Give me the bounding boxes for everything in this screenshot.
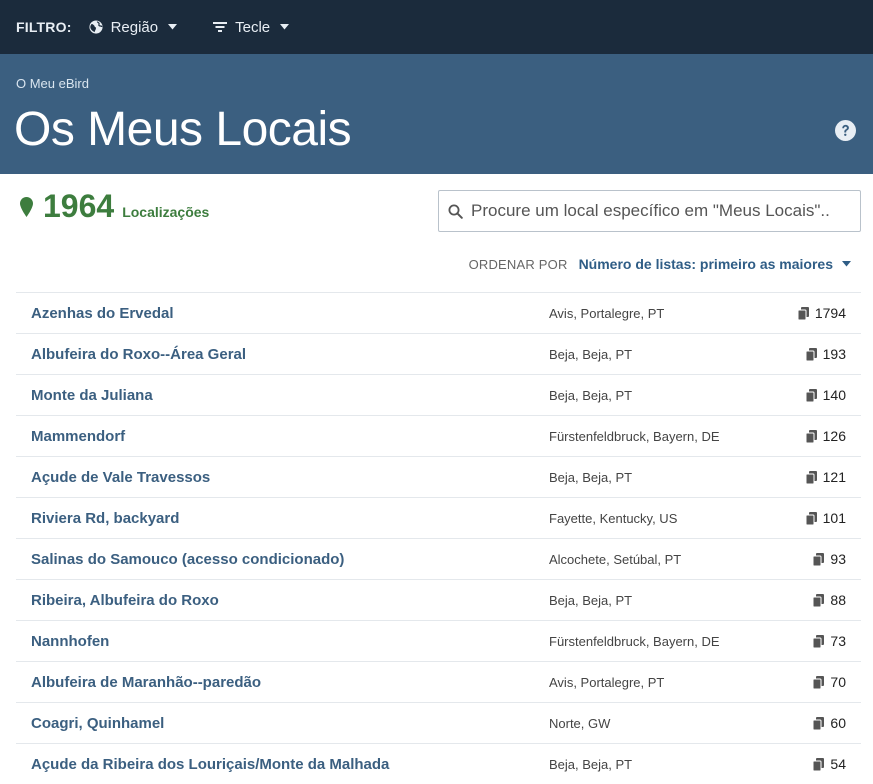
checklist-count: 193 [805,346,846,362]
checklist-count: 73 [813,633,846,649]
location-region: Beja, Beja, PT [549,469,633,485]
location-name-link[interactable]: Açude de Vale Travessos [31,469,210,486]
list-item: Nannhofen Fürstenfeldbruck, Bayern, DE 7… [16,620,861,661]
sort-label: ORDENAR POR [468,256,568,272]
locations-count: 1964 Localizações [20,190,209,222]
key-filter-label: Tecle [235,18,271,36]
search-input[interactable] [471,201,856,221]
key-filter-button[interactable]: Tecle [213,18,290,36]
checklists-icon [813,634,825,648]
checklists-icon [813,552,825,566]
locations-list: Azenhas do Ervedal Avis, Portalegre, PT … [16,292,861,784]
checklist-count: 1794 [797,305,846,321]
checklists-icon [805,511,817,525]
location-region: Fürstenfeldbruck, Bayern, DE [549,633,720,649]
checklist-count-value: 60 [830,715,846,731]
checklists-icon [813,716,825,730]
list-item: Coagri, Quinhamel Norte, GW 60 [16,702,861,743]
list-item: Ribeira, Albufeira do Roxo Beja, Beja, P… [16,579,861,620]
checklist-count-value: 140 [822,387,846,403]
region-filter-button[interactable]: Região [89,19,178,36]
filter-icon [213,22,228,32]
checklists-icon [805,388,817,402]
list-item: Salinas do Samouco (acesso condicionado)… [16,538,861,579]
location-region: Beja, Beja, PT [549,387,633,403]
region-filter-label: Região [110,18,159,36]
locations-count-number: 1964 [43,188,115,224]
location-region: Norte, GW [549,715,611,731]
list-item: Riviera Rd, backyard Fayette, Kentucky, … [16,497,861,538]
filter-bar: FILTRO: Região Tecle [0,0,873,54]
checklist-count: 60 [813,715,846,731]
location-region: Avis, Portalegre, PT [549,674,665,690]
list-item: Albufeira do Roxo--Área Geral Beja, Beja… [16,333,861,374]
location-name-link[interactable]: Salinas do Samouco (acesso condicionado) [31,551,344,568]
checklist-count-value: 101 [822,510,846,526]
location-name-link[interactable]: Mammendorf [31,428,125,445]
list-item: Mammendorf Fürstenfeldbruck, Bayern, DE … [16,415,861,456]
sort-control: ORDENAR POR Número de listas: primeiro a… [469,256,851,272]
checklists-icon [813,757,825,771]
location-region: Fayette, Kentucky, US [549,510,678,526]
page-header: O Meu eBird Os Meus Locais [0,54,873,174]
checklists-icon [805,347,817,361]
location-region: Fürstenfeldbruck, Bayern, DE [549,428,720,444]
location-name-link[interactable]: Albufeira de Maranhão--paredão [31,674,261,691]
filter-label: FILTRO: [16,19,72,35]
chevron-down-icon [168,24,178,30]
checklist-count-value: 70 [830,674,846,690]
checklist-count-value: 193 [822,346,846,362]
checklist-count: 140 [805,387,846,403]
checklist-count: 126 [805,428,846,444]
chevron-down-icon [280,24,290,30]
checklist-count-value: 88 [830,592,846,608]
checklist-count-value: 1794 [814,305,846,321]
list-item: Azenhas do Ervedal Avis, Portalegre, PT … [16,292,861,333]
location-search[interactable] [438,190,861,232]
location-region: Beja, Beja, PT [549,346,633,362]
location-name-link[interactable]: Nannhofen [31,633,109,650]
checklist-count: 88 [813,592,846,608]
location-pin-icon [20,197,33,217]
globe-icon [89,20,103,34]
help-icon[interactable] [835,120,856,141]
locations-count-label: Localizações [122,204,210,220]
location-name-link[interactable]: Coagri, Quinhamel [31,715,164,732]
sort-dropdown[interactable]: Número de listas: primeiro as maiores [579,256,833,272]
list-item: Açude da Ribeira dos Louriçais/Monte da … [16,743,861,784]
page-title: Os Meus Locais [14,103,352,156]
checklist-count-value: 54 [830,756,846,772]
location-region: Alcochete, Setúbal, PT [549,551,682,567]
checklist-count-value: 126 [822,428,846,444]
search-icon [448,204,463,219]
list-item: Monte da Juliana Beja, Beja, PT 140 [16,374,861,415]
checklists-icon [813,675,825,689]
location-name-link[interactable]: Riviera Rd, backyard [31,510,179,527]
checklists-icon [797,306,809,320]
checklists-icon [805,429,817,443]
checklist-count: 121 [805,469,846,485]
checklist-count-value: 93 [830,551,846,567]
location-name-link[interactable]: Azenhas do Ervedal [31,305,174,322]
checklist-count-value: 73 [830,633,846,649]
summary-section: 1964 Localizações ORDENAR POR Número de … [0,174,873,292]
checklist-count-value: 121 [822,469,846,485]
checklists-icon [805,470,817,484]
location-name-link[interactable]: Ribeira, Albufeira do Roxo [31,592,219,609]
location-region: Beja, Beja, PT [549,592,633,608]
checklist-count: 54 [813,756,846,772]
checklists-icon [813,593,825,607]
location-name-link[interactable]: Albufeira do Roxo--Área Geral [31,346,246,363]
location-name-link[interactable]: Monte da Juliana [31,387,153,404]
location-name-link[interactable]: Açude da Ribeira dos Louriçais/Monte da … [31,756,389,773]
checklist-count: 93 [813,551,846,567]
location-region: Avis, Portalegre, PT [549,305,665,321]
checklist-count: 70 [813,674,846,690]
location-region: Beja, Beja, PT [549,756,633,772]
checklist-count: 101 [805,510,846,526]
list-item: Albufeira de Maranhão--paredão Avis, Por… [16,661,861,702]
chevron-down-icon[interactable] [842,261,851,267]
breadcrumb[interactable]: O Meu eBird [16,76,89,91]
list-item: Açude de Vale Travessos Beja, Beja, PT 1… [16,456,861,497]
